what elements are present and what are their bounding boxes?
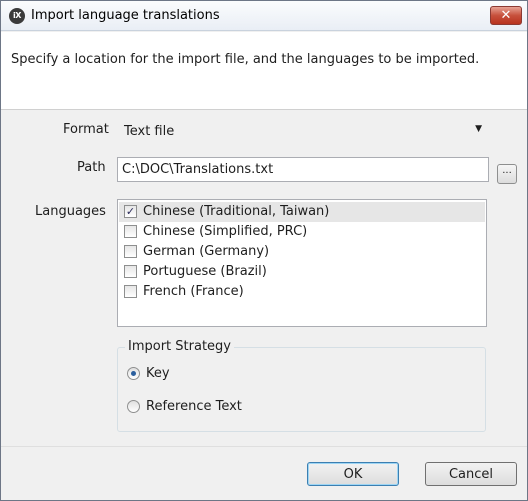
list-item-chinese-traditional[interactable]: ✓ Chinese (Traditional, Taiwan) [119, 202, 485, 222]
radio-button[interactable] [127, 367, 140, 380]
close-button[interactable]: ✕ [490, 6, 522, 25]
cancel-button[interactable]: Cancel [425, 462, 517, 486]
ok-button[interactable]: OK [307, 462, 399, 486]
list-item-portuguese[interactable]: Portuguese (Brazil) [119, 262, 485, 282]
checkbox[interactable] [124, 265, 137, 278]
radio-button[interactable] [127, 400, 140, 413]
close-icon: ✕ [500, 8, 512, 23]
app-icon: iX [9, 8, 25, 24]
list-item-french[interactable]: French (France) [119, 282, 485, 302]
checkbox[interactable] [124, 245, 137, 258]
radio-label: Key [146, 366, 170, 381]
checkbox[interactable]: ✓ [124, 205, 137, 218]
dialog-title: Import language translations [31, 8, 220, 23]
list-item-german[interactable]: German (Germany) [119, 242, 485, 262]
import-strategy-title: Import Strategy [125, 339, 234, 354]
import-strategy-group: Import Strategy Key Reference Text [117, 339, 486, 432]
language-label: French (France) [143, 284, 244, 299]
import-dialog: iX Import language translations ✕ Specif… [0, 0, 528, 501]
languages-list[interactable]: ✓ Chinese (Traditional, Taiwan) Chinese … [117, 199, 487, 327]
dialog-description: Specify a location for the import file, … [11, 52, 480, 67]
radio-option-key[interactable]: Key [127, 364, 327, 384]
language-label: Chinese (Simplified, PRC) [143, 224, 308, 239]
checkbox[interactable] [124, 225, 137, 238]
checkbox[interactable] [124, 285, 137, 298]
dialog-footer: OK Cancel [1, 446, 527, 500]
description-panel: Specify a location for the import file, … [1, 32, 527, 110]
language-label: Portuguese (Brazil) [143, 264, 267, 279]
path-label: Path [77, 160, 106, 175]
dropdown-arrow-icon: ▼ [475, 124, 482, 134]
list-item-chinese-simplified[interactable]: Chinese (Simplified, PRC) [119, 222, 485, 242]
format-label: Format [63, 122, 109, 137]
path-input[interactable] [117, 157, 489, 182]
format-selected-value: Text file [124, 124, 175, 139]
title-bar[interactable]: iX Import language translations ✕ [1, 1, 527, 31]
format-dropdown[interactable]: Text file ▼ [117, 119, 491, 143]
languages-label: Languages [35, 204, 106, 219]
radio-label: Reference Text [146, 399, 242, 414]
radio-option-reference-text[interactable]: Reference Text [127, 397, 327, 417]
language-label: German (Germany) [143, 244, 270, 259]
language-label: Chinese (Traditional, Taiwan) [143, 204, 330, 219]
browse-button[interactable]: ... [497, 164, 517, 184]
